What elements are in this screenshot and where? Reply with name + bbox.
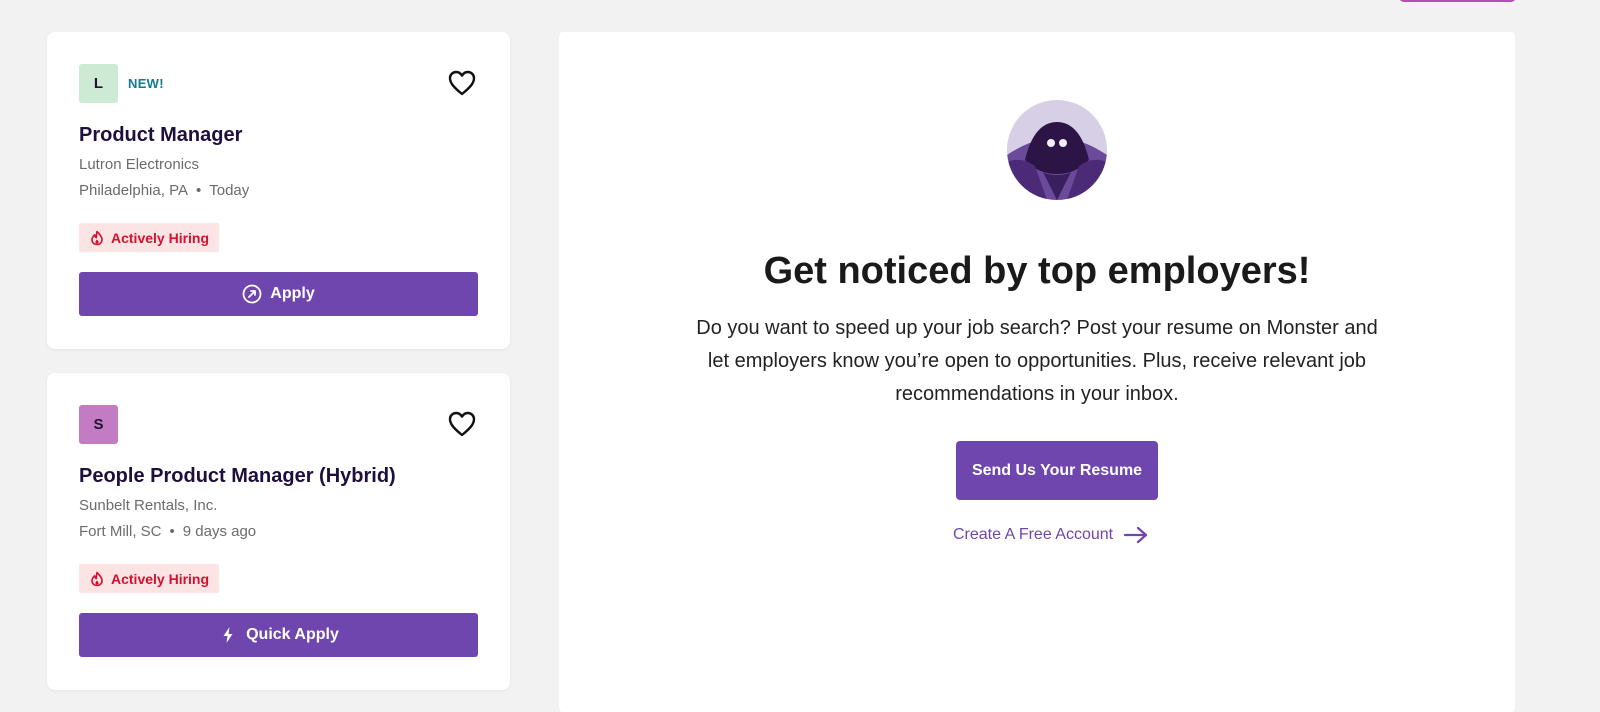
job-title[interactable]: Product Manager (79, 124, 242, 147)
heart-icon[interactable] (448, 70, 476, 96)
new-badge: NEW! (128, 76, 164, 91)
job-location: Philadelphia, PA (79, 182, 188, 199)
heart-icon[interactable] (448, 411, 476, 437)
actively-hiring-label: Actively Hiring (111, 570, 210, 587)
company-logo-letter: S (93, 416, 104, 433)
external-apply-icon (242, 284, 262, 304)
quick-apply-button-label: Quick Apply (246, 626, 339, 643)
apply-button-label: Apply (270, 285, 315, 302)
company-name: Lutron Electronics (79, 156, 200, 173)
separator-dot: • (195, 182, 202, 199)
company-logo-letter: L (93, 75, 104, 92)
actively-hiring-label: Actively Hiring (111, 229, 210, 246)
company-name: Sunbelt Rentals, Inc. (79, 497, 218, 514)
promo-title: Get noticed by top employers! (763, 250, 1311, 292)
create-account-label: Create A Free Account (953, 526, 1114, 543)
flame-icon (91, 571, 103, 586)
separator-dot: • (169, 523, 175, 540)
create-account-link[interactable]: Create A Free Account (953, 526, 1149, 544)
header-button-edge[interactable] (1399, 0, 1516, 2)
job-location: Fort Mill, SC (79, 523, 162, 540)
job-title[interactable]: People Product Manager (Hybrid) (79, 465, 396, 488)
posted-date: Today (209, 182, 250, 199)
job-card[interactable]: S People Product Manager (Hybrid) Sunbel… (47, 373, 510, 690)
company-logo: L (79, 64, 118, 103)
lightning-icon (223, 627, 233, 643)
job-meta: Philadelphia, PA • Today (79, 182, 249, 199)
company-logo: S (79, 405, 118, 444)
promo-description: Do you want to speed up your job search?… (696, 317, 1378, 405)
actively-hiring-badge: Actively Hiring (79, 223, 220, 252)
send-resume-button[interactable]: Send Us Your Resume (956, 441, 1158, 500)
quick-apply-button[interactable]: Quick Apply (79, 613, 478, 657)
apply-button[interactable]: Apply (79, 272, 478, 316)
arrow-right-icon (1123, 526, 1148, 544)
job-card[interactable]: L NEW! Product Manager Lutron Electronic… (47, 32, 510, 349)
actively-hiring-badge: Actively Hiring (79, 564, 220, 593)
job-meta: Fort Mill, SC • 9 days ago (79, 523, 256, 540)
monster-mascot-icon (1007, 100, 1107, 200)
resume-promo-panel: Get noticed by top employers! Do you wan… (559, 32, 1515, 712)
posted-date: 9 days ago (182, 523, 257, 540)
send-resume-button-label: Send Us Your Resume (971, 461, 1143, 479)
flame-icon (91, 230, 103, 245)
